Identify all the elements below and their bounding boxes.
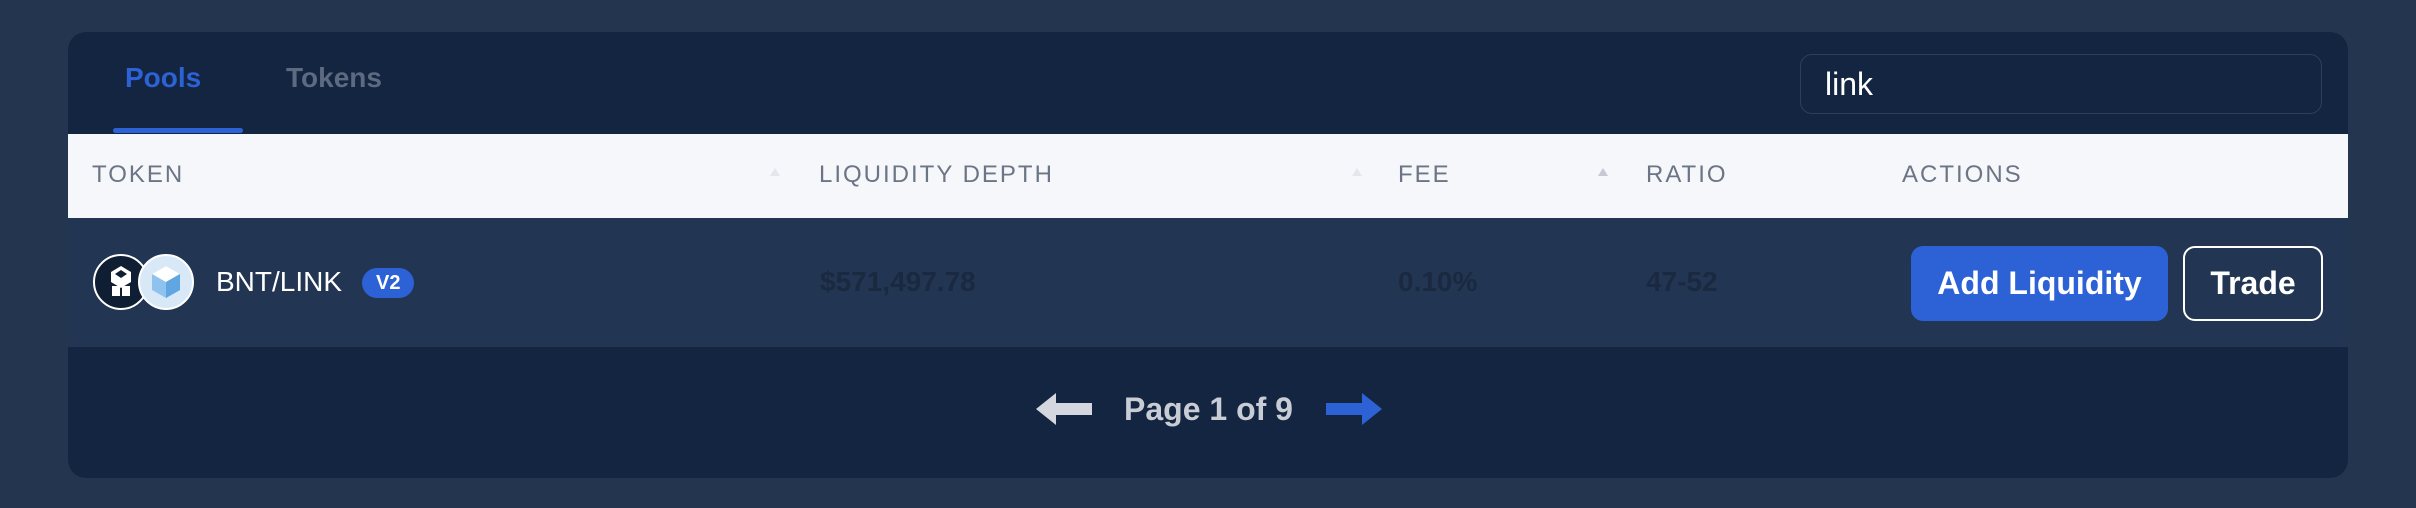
- header-liquidity-depth[interactable]: LIQUIDITY DEPTH: [819, 161, 1054, 189]
- fee-value: 0.10%: [1398, 266, 1478, 297]
- link-logo-icon: [138, 254, 194, 310]
- header-ratio[interactable]: RATIO: [1646, 161, 1728, 189]
- tab-pools[interactable]: Pools: [125, 62, 201, 134]
- ratio-value: 47-52: [1646, 266, 1718, 297]
- page-indicator: Page 1 of 9: [1124, 391, 1293, 427]
- version-badge: V2: [362, 268, 415, 298]
- search-box[interactable]: [1800, 54, 2322, 114]
- active-tab-indicator: [113, 128, 243, 133]
- header-actions: ACTIONS: [1902, 161, 2023, 188]
- arrow-left-icon[interactable]: [1034, 391, 1096, 427]
- pagination: Page 1 of 9: [68, 347, 2348, 478]
- add-liquidity-button[interactable]: Add Liquidity: [1911, 246, 2168, 321]
- header-token[interactable]: TOKEN: [92, 161, 184, 189]
- sort-icon[interactable]: [770, 168, 780, 176]
- pools-card: Pools Tokens TOKEN LIQUIDITY DEPTH FEE R…: [68, 32, 2348, 478]
- liquidity-depth-value: $571,497.78: [820, 266, 976, 297]
- tabs-bar: Pools Tokens: [68, 32, 2348, 134]
- sort-icon[interactable]: [1598, 168, 1608, 176]
- table-row[interactable]: BNT/LINK V2 $571,497.78 0.10% 47-52 Add …: [68, 218, 2348, 347]
- tab-tokens[interactable]: Tokens: [286, 62, 382, 134]
- search-input[interactable]: [1801, 55, 2321, 113]
- table-header: TOKEN LIQUIDITY DEPTH FEE RATIO ACTIONS: [68, 134, 2348, 218]
- trade-button[interactable]: Trade: [2183, 246, 2323, 321]
- token-pair-name: BNT/LINK: [216, 266, 343, 297]
- arrow-right-icon[interactable]: [1322, 391, 1384, 427]
- sort-icon[interactable]: [1352, 168, 1362, 176]
- header-fee[interactable]: FEE: [1398, 161, 1451, 189]
